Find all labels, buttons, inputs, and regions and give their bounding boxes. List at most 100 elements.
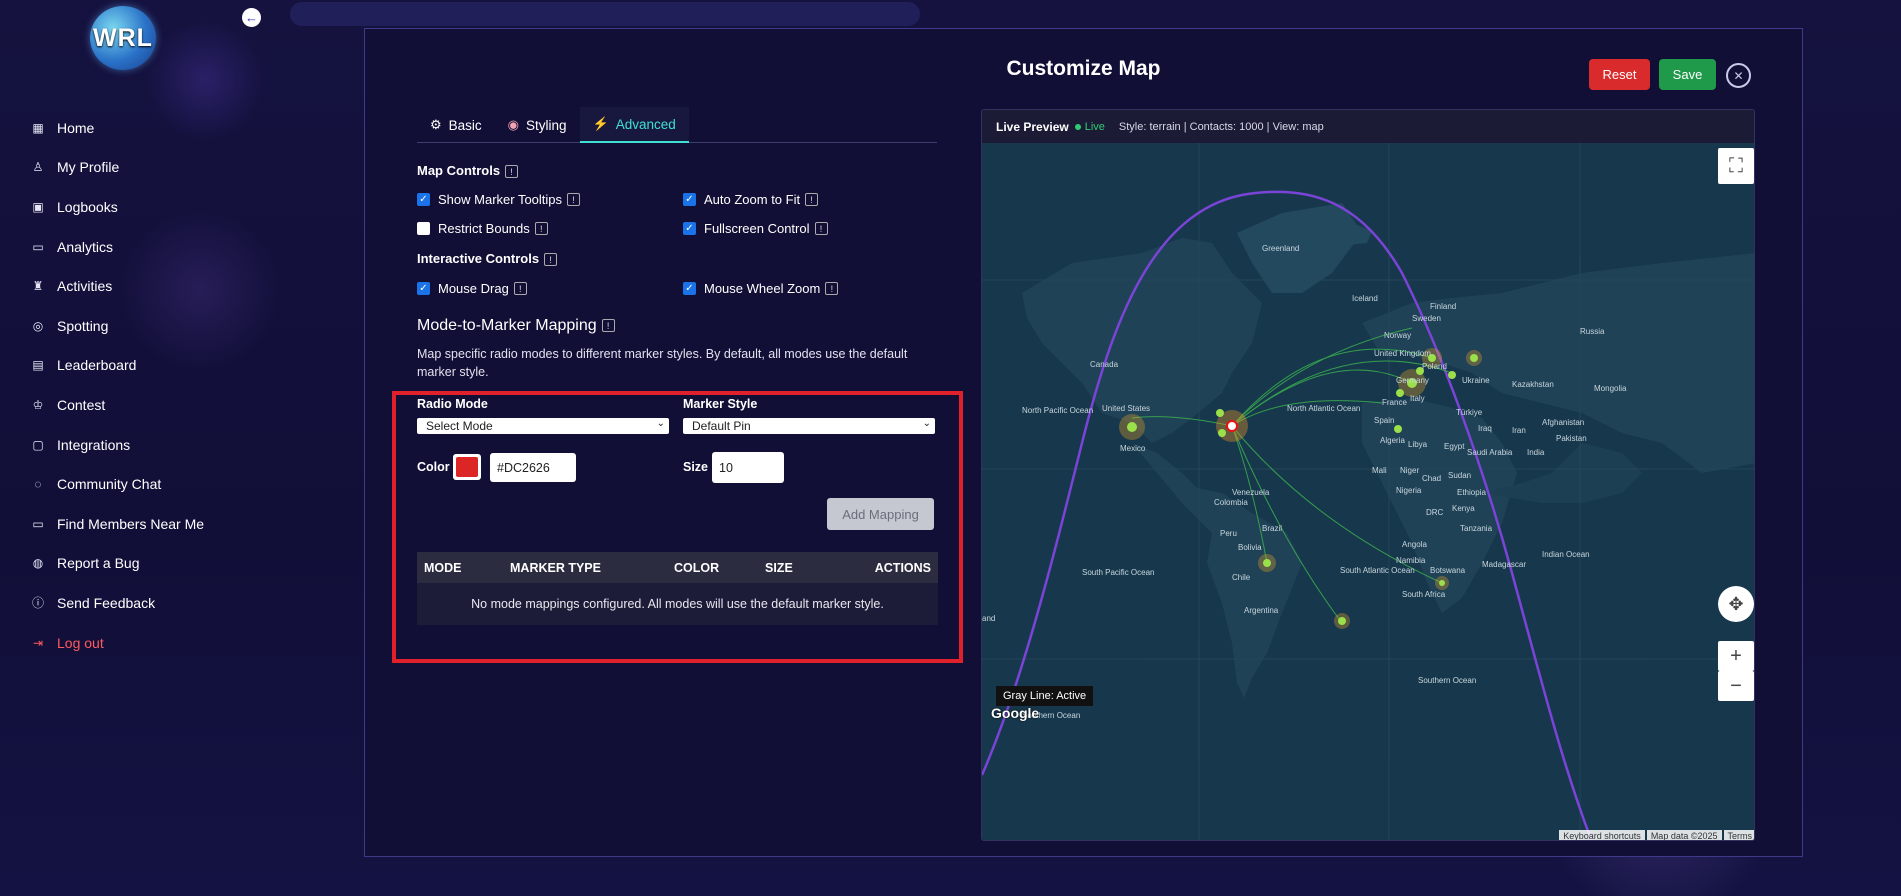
map-camera-control[interactable]: ✥	[1718, 586, 1754, 622]
info-icon[interactable]: !	[814, 222, 828, 235]
sidebar-item-my-profile[interactable]: ♙ My Profile	[30, 148, 204, 188]
zoom-out-button[interactable]: −	[1718, 671, 1754, 701]
column-marker-type: MARKER TYPE	[510, 560, 601, 575]
map-label: Mexico	[1120, 444, 1146, 453]
map-label: Kenya	[1452, 504, 1475, 513]
live-preview-panel: Live Preview Live Style: terrain | Conta…	[981, 109, 1755, 841]
map-label: South Pacific Ocean	[1082, 568, 1154, 577]
zoom-in-button[interactable]: +	[1718, 641, 1754, 671]
map-label: and	[982, 614, 995, 623]
map-label: Ethiopia	[1457, 488, 1486, 497]
sidebar-item-activities[interactable]: ♜ Activities	[30, 266, 204, 306]
sidebar-item-analytics[interactable]: ▭ Analytics	[30, 227, 204, 267]
info-icon[interactable]: !	[805, 193, 819, 206]
map-canvas[interactable]: Greenland Iceland Finland Sweden Norway …	[982, 143, 1754, 840]
map-label: United Kingdom	[1374, 349, 1431, 358]
reset-button[interactable]: Reset	[1589, 59, 1650, 90]
world-map: Greenland Iceland Finland Sweden Norway …	[982, 143, 1754, 840]
info-icon[interactable]: !	[544, 253, 558, 267]
checkbox-checked-icon[interactable]: ✓	[417, 193, 430, 206]
grid-icon: ▦	[32, 120, 44, 135]
mouse-drag-checkbox[interactable]: ✓ Mouse Drag!	[417, 281, 527, 296]
show-marker-tooltips-checkbox[interactable]: ✓ Show Marker Tooltips!	[417, 192, 581, 207]
sidebar-item-home[interactable]: ▦ Home	[30, 108, 204, 148]
keyboard-shortcuts-link[interactable]: Keyboard shortcuts	[1559, 830, 1645, 840]
fullscreen-control-checkbox[interactable]: ✓ Fullscreen Control!	[683, 221, 828, 236]
info-icon[interactable]: !	[601, 319, 615, 333]
checkbox-checked-icon[interactable]: ✓	[417, 282, 430, 295]
map-label: Kazakhstan	[1512, 380, 1554, 389]
interactive-controls-heading: Interactive Controls!	[417, 251, 558, 267]
fullscreen-button[interactable]: ⛶	[1718, 148, 1754, 184]
map-label: Italy	[1410, 394, 1425, 403]
size-label: Size	[683, 460, 709, 474]
map-label: Chile	[1232, 573, 1251, 582]
add-mapping-button[interactable]: Add Mapping	[827, 498, 934, 530]
sidebar-item-community-chat[interactable]: ◌ Community Chat	[30, 464, 204, 504]
tab-basic[interactable]: ⚙ Basic	[417, 107, 495, 143]
radio-mode-select[interactable]: Select Mode ⌄	[417, 418, 669, 434]
auto-zoom-to-fit-checkbox[interactable]: ✓ Auto Zoom to Fit!	[683, 192, 819, 207]
sidebar-item-leaderboard[interactable]: ▤ Leaderboard	[30, 346, 204, 386]
tab-advanced[interactable]: ⚡ Advanced	[579, 107, 689, 143]
marker-style-select[interactable]: Default Pin ⌄	[683, 418, 935, 434]
folder-icon: ▭	[32, 516, 44, 531]
checkbox-checked-icon[interactable]: ✓	[683, 222, 696, 235]
collapse-sidebar-button[interactable]: ←	[242, 8, 261, 27]
map-label: Angola	[1402, 540, 1427, 549]
save-button[interactable]: Save	[1659, 59, 1716, 90]
checkbox-unchecked-icon[interactable]	[417, 222, 430, 235]
map-label: Southern Ocean	[1418, 676, 1476, 685]
mode-mapping-heading: Mode-to-Marker Mapping!	[417, 317, 615, 335]
sidebar-item-integrations[interactable]: ▢ Integrations	[30, 425, 204, 465]
color-swatch[interactable]	[453, 454, 481, 480]
column-size: SIZE	[765, 560, 793, 575]
top-bar	[290, 0, 1901, 28]
terms-link[interactable]: Terms	[1723, 830, 1754, 840]
size-input[interactable]: 10	[712, 452, 784, 483]
map-label: Madagascar	[1482, 560, 1526, 569]
tab-styling[interactable]: ◉ Styling	[495, 107, 580, 143]
mode-mapping-table: MODE MARKER TYPE COLOR SIZE ACTIONS No m…	[417, 552, 938, 625]
customize-map-modal: Customize Map Reset Save ✕ ⚙ Basic ◉ Styli…	[364, 28, 1803, 857]
restrict-bounds-checkbox[interactable]: Restrict Bounds!	[417, 221, 548, 236]
sidebar-item-logbooks[interactable]: ▣ Logbooks	[30, 187, 204, 227]
map-label: India	[1527, 448, 1545, 457]
info-icon[interactable]: !	[505, 165, 519, 179]
map-label: Indian Ocean	[1542, 550, 1590, 559]
checkbox-checked-icon[interactable]: ✓	[683, 193, 696, 206]
map-label: Greenland	[1262, 244, 1299, 253]
color-hex-input[interactable]: #DC2626	[490, 453, 576, 482]
map-label: Libya	[1408, 440, 1428, 449]
info-icon[interactable]: !	[534, 222, 548, 235]
sidebar-item-contest[interactable]: ♔ Contest	[30, 385, 204, 425]
sidebar-item-send-feedback[interactable]: ⓘ Send Feedback	[30, 583, 204, 623]
map-label: Spain	[1374, 416, 1394, 425]
people-icon: ♜	[32, 279, 44, 294]
search-bar[interactable]	[290, 2, 920, 26]
mouse-wheel-zoom-checkbox[interactable]: ✓ Mouse Wheel Zoom!	[683, 281, 839, 296]
sidebar-item-logout[interactable]: ⇥ Log out	[30, 623, 204, 663]
table-header: MODE MARKER TYPE COLOR SIZE ACTIONS	[417, 552, 938, 583]
map-label: North Pacific Ocean	[1022, 406, 1093, 415]
radio-mode-label: Radio Mode	[417, 397, 488, 411]
minus-icon: −	[1730, 674, 1742, 697]
map-label: Egypt	[1444, 442, 1465, 451]
sidebar-item-find-members[interactable]: ▭ Find Members Near Me	[30, 504, 204, 544]
preview-info: Style: terrain | Contacts: 1000 | View: …	[1118, 120, 1324, 133]
color-swatch-fill	[456, 457, 478, 477]
preview-title: Live Preview	[996, 119, 1069, 134]
sidebar-item-spotting[interactable]: ◎ Spotting	[30, 306, 204, 346]
info-icon[interactable]: !	[567, 193, 581, 206]
info-icon[interactable]: !	[825, 282, 839, 295]
lightning-icon: ⚡	[592, 116, 609, 131]
checkbox-checked-icon[interactable]: ✓	[683, 282, 696, 295]
wrl-logo[interactable]: WRL	[90, 6, 156, 70]
close-button[interactable]: ✕	[1726, 63, 1751, 88]
map-label: Namibia	[1396, 556, 1426, 565]
map-label: Botswana	[1430, 566, 1466, 575]
sidebar-item-report-bug[interactable]: ◍ Report a Bug	[30, 544, 204, 584]
gear-icon: ⚙	[430, 117, 442, 132]
info-icon[interactable]: !	[513, 282, 527, 295]
user-icon: ♙	[32, 160, 44, 175]
